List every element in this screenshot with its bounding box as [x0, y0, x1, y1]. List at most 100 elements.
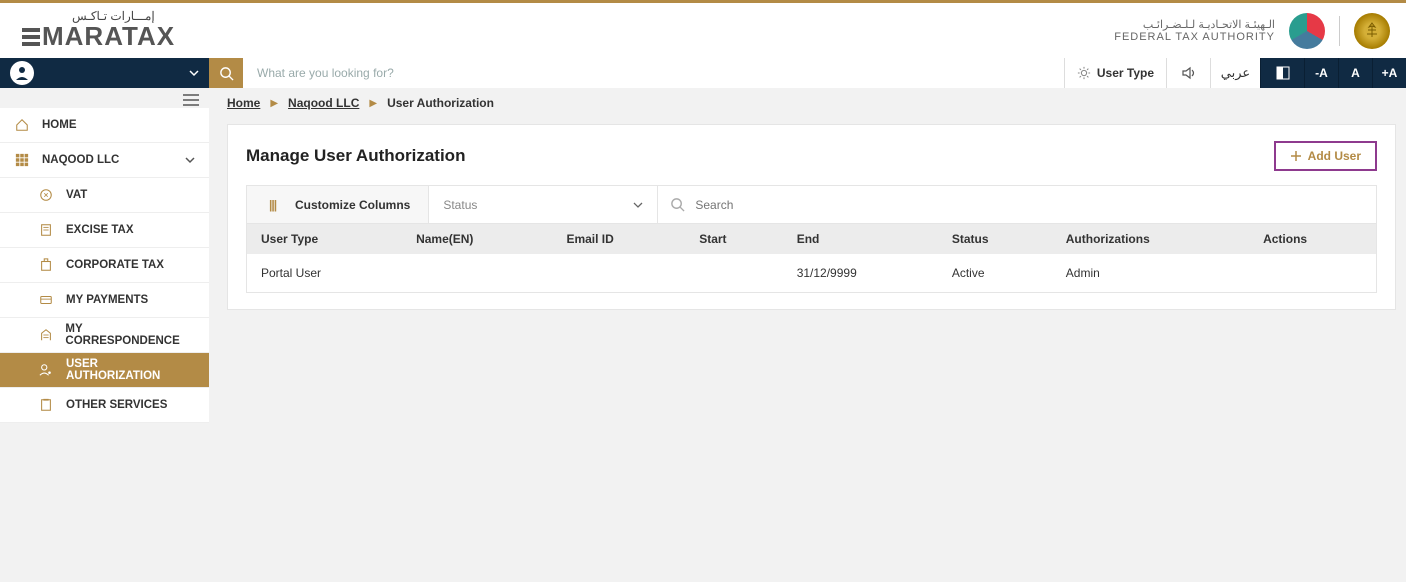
sidebar-item-my-payments[interactable]: MY PAYMENTS	[0, 283, 209, 318]
home-icon	[14, 118, 30, 132]
status-filter-dropdown[interactable]: Status	[428, 186, 658, 223]
logo-bar: إمـــارات تـاكـس MARATAX الـهيئـة الاتحـ…	[0, 3, 1406, 58]
sidebar-item-label: CORPORATE TAX	[66, 259, 164, 271]
document-icon	[38, 223, 54, 237]
search-button[interactable]	[209, 58, 243, 88]
global-search-input[interactable]	[243, 58, 1064, 88]
sidebar-item-other-services[interactable]: OTHER SERVICES	[0, 388, 209, 423]
search-icon	[219, 66, 234, 81]
sidebar-item-label: EXCISE TAX	[66, 224, 134, 236]
plus-icon	[1290, 150, 1302, 162]
fta-arabic: الـهيئـة الاتحـاديـة لـلـضـرائـب	[1143, 18, 1275, 31]
sidebar-item-label: NAQOOD LLC	[42, 154, 119, 166]
clipboard-icon	[38, 398, 54, 412]
col-user-type: User Type	[247, 224, 402, 254]
sidebar-item-home[interactable]: HOME	[0, 108, 209, 143]
customize-columns-label: Customize Columns	[295, 198, 410, 212]
user-authorization-icon	[38, 363, 54, 377]
vat-icon	[38, 188, 54, 202]
columns-icon: |||	[269, 198, 276, 212]
sidebar-item-label: OTHER SERVICES	[66, 399, 167, 411]
sidebar-item-corporate-tax[interactable]: CORPORATE TAX	[0, 248, 209, 283]
panel-manage-user-authorization: Manage User Authorization Add User ||| C…	[227, 124, 1396, 310]
uae-emblem-icon	[1354, 13, 1390, 49]
theme-toggle-button[interactable]	[1260, 58, 1304, 88]
add-user-label: Add User	[1308, 149, 1361, 163]
language-label: عربي	[1221, 65, 1250, 81]
font-increase-button[interactable]: +A	[1372, 58, 1406, 88]
customize-columns-button[interactable]: ||| Customize Columns	[247, 186, 428, 223]
sidebar-item-label: MY PAYMENTS	[66, 294, 148, 306]
search-icon	[670, 197, 685, 212]
col-name-en: Name(EN)	[402, 224, 552, 254]
user-type-label: User Type	[1097, 66, 1154, 80]
main-content: Home ▶ Naqood LLC ▶ User Authorization M…	[209, 88, 1406, 582]
cell-status: Active	[938, 254, 1052, 292]
action-bar: User Type عربي -A A +A	[0, 58, 1406, 88]
chevron-down-icon	[189, 68, 199, 78]
brand-logo-english: MARATAX	[22, 21, 175, 52]
sidebar-item-user-authorization[interactable]: USER AUTHORIZATION	[0, 353, 209, 388]
user-type-dropdown[interactable]: User Type	[1064, 58, 1166, 88]
fta-emblem-icon	[1289, 13, 1325, 49]
status-filter-placeholder: Status	[443, 198, 477, 212]
cell-name-en	[402, 254, 552, 292]
sidebar-item-label: VAT	[66, 189, 87, 201]
breadcrumb-current: User Authorization	[387, 96, 494, 110]
fta-english: FEDERAL TAX AUTHORITY	[1114, 31, 1275, 43]
col-authorizations: Authorizations	[1052, 224, 1249, 254]
col-status: Status	[938, 224, 1052, 254]
table-toolbar: ||| Customize Columns Status	[247, 186, 1376, 224]
col-email-id: Email ID	[552, 224, 685, 254]
col-actions: Actions	[1249, 224, 1376, 254]
breadcrumb: Home ▶ Naqood LLC ▶ User Authorization	[209, 88, 1406, 118]
sidebar-collapse-button[interactable]	[0, 88, 209, 108]
gear-icon	[1077, 66, 1091, 80]
breadcrumb-separator-icon: ▶	[369, 98, 377, 109]
sidebar-item-excise-tax[interactable]: EXCISE TAX	[0, 213, 209, 248]
vertical-divider	[1339, 16, 1340, 46]
contrast-icon	[1275, 65, 1291, 81]
breadcrumb-home[interactable]: Home	[227, 96, 260, 110]
avatar-icon	[10, 61, 34, 85]
brand-logo: إمـــارات تـاكـس MARATAX	[22, 9, 175, 52]
cell-email-id	[552, 254, 685, 292]
breadcrumb-separator-icon: ▶	[270, 98, 278, 109]
col-start: Start	[685, 224, 782, 254]
sound-toggle-button[interactable]	[1166, 58, 1210, 88]
cell-authorizations: Admin	[1052, 254, 1249, 292]
table-search-input[interactable]	[685, 198, 1364, 212]
table-row[interactable]: Portal User 31/12/9999 Active Admin	[247, 254, 1376, 292]
grid-icon	[14, 153, 30, 167]
sidebar-item-company[interactable]: NAQOOD LLC	[0, 143, 209, 178]
sidebar-item-label: USER AUTHORIZATION	[66, 358, 195, 382]
add-user-button[interactable]: Add User	[1274, 141, 1377, 171]
cell-actions	[1249, 254, 1376, 292]
sidebar-item-label: HOME	[42, 119, 77, 131]
card-icon	[38, 293, 54, 307]
table-header-row: User Type Name(EN) Email ID Start End St…	[247, 224, 1376, 254]
font-decrease-button[interactable]: -A	[1304, 58, 1338, 88]
fta-text: الـهيئـة الاتحـاديـة لـلـضـرائـب FEDERAL…	[1114, 18, 1275, 43]
speaker-icon	[1181, 65, 1197, 81]
col-end: End	[783, 224, 938, 254]
building-icon	[38, 328, 53, 342]
logo-e-icon	[22, 28, 40, 46]
header-right: الـهيئـة الاتحـاديـة لـلـضـرائـب FEDERAL…	[1114, 13, 1390, 49]
language-toggle-button[interactable]: عربي	[1210, 58, 1260, 88]
users-table: User Type Name(EN) Email ID Start End St…	[247, 224, 1376, 292]
chevron-down-icon	[185, 155, 195, 165]
font-normal-button[interactable]: A	[1338, 58, 1372, 88]
table-container: ||| Customize Columns Status	[246, 185, 1377, 293]
cell-start	[685, 254, 782, 292]
sidebar-item-vat[interactable]: VAT	[0, 178, 209, 213]
chevron-down-icon	[633, 200, 643, 210]
cell-end: 31/12/9999	[783, 254, 938, 292]
corporate-icon	[38, 258, 54, 272]
hamburger-icon	[183, 94, 199, 106]
cell-user-type: Portal User	[247, 254, 402, 292]
profile-dropdown[interactable]	[0, 58, 209, 88]
sidebar: HOME NAQOOD LLC VAT EXCISE TAX CORPORATE…	[0, 88, 209, 582]
sidebar-item-my-correspondence[interactable]: MY CORRESPONDENCE	[0, 318, 209, 353]
breadcrumb-company[interactable]: Naqood LLC	[288, 96, 359, 110]
